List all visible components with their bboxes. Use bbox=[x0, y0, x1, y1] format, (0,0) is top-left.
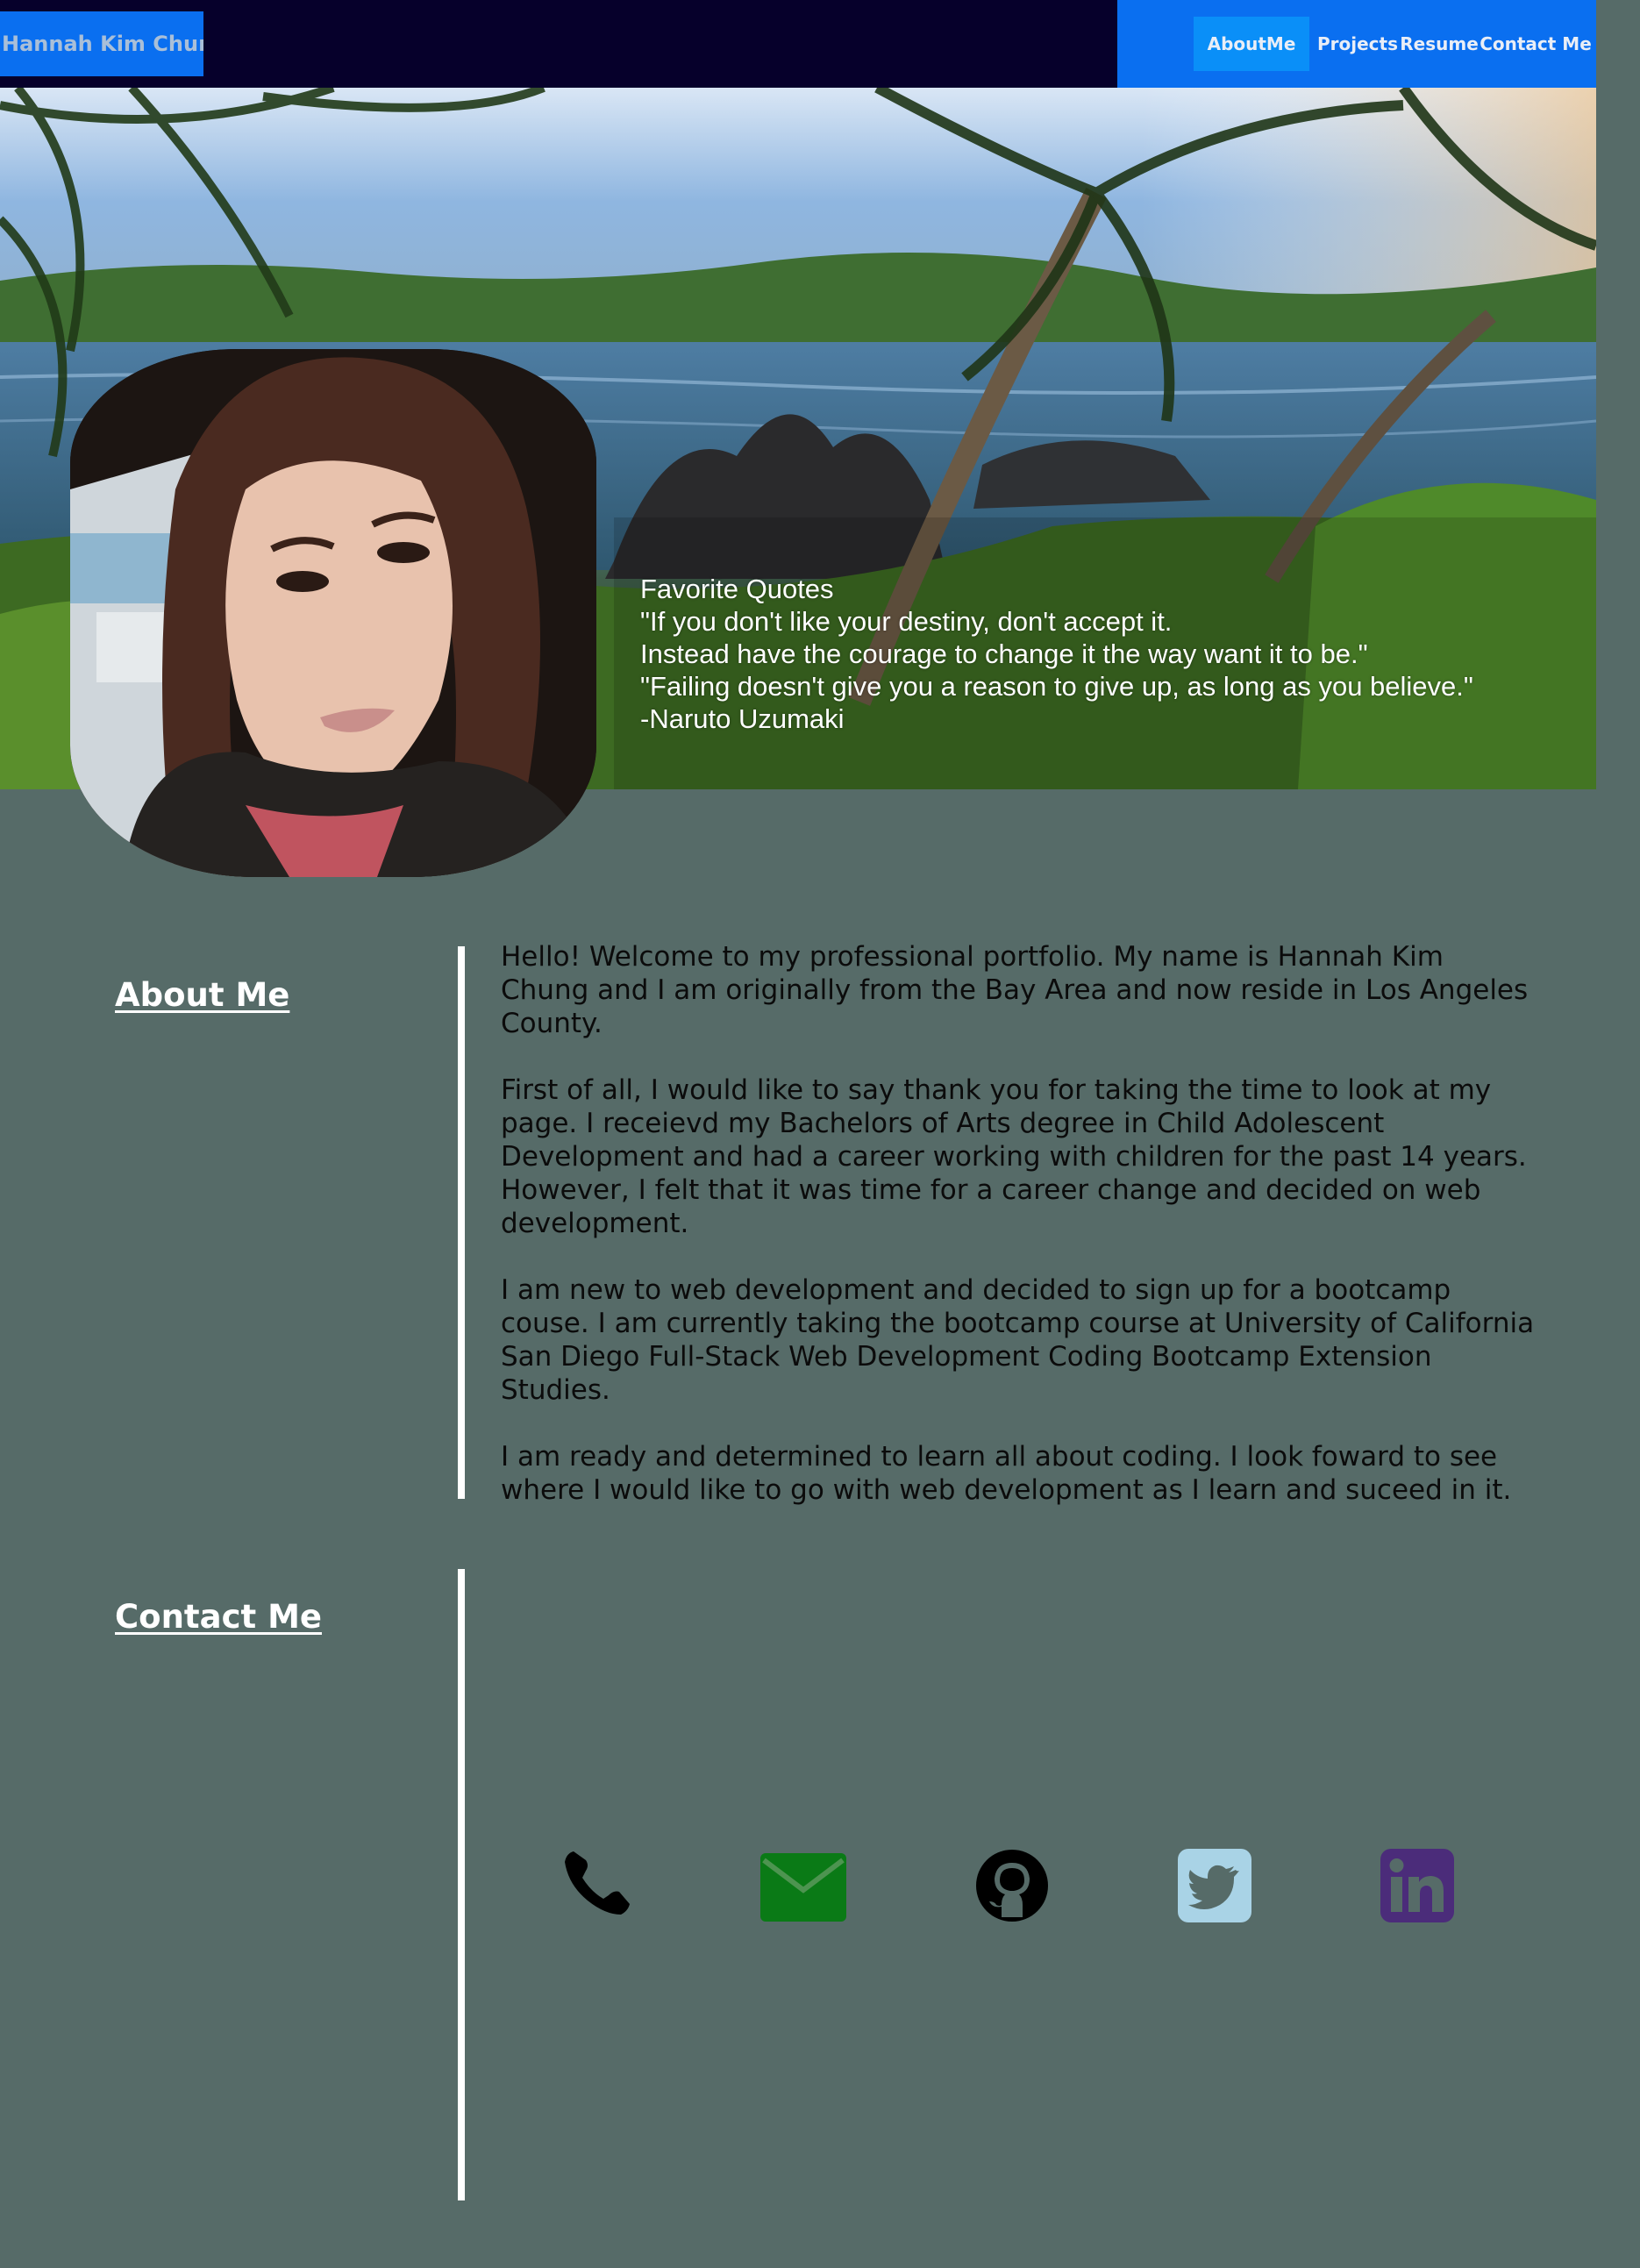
brand-link[interactable]: Hannah Kim Chung bbox=[0, 11, 203, 76]
linkedin-icon[interactable] bbox=[1380, 1849, 1454, 1922]
about-paragraph: I am new to web development and decided … bbox=[501, 1274, 1535, 1406]
contact-me-heading: Contact Me bbox=[115, 1598, 322, 1636]
about-me-heading: About Me bbox=[115, 976, 290, 1014]
about-paragraph: Hello! Welcome to my professional portfo… bbox=[501, 941, 1529, 1039]
quotes-heading: Favorite Quotes bbox=[640, 574, 834, 604]
nav-link-projects[interactable]: Projects bbox=[1317, 17, 1398, 71]
nav-link-contact-me[interactable]: Contact Me bbox=[1480, 17, 1592, 71]
about-divider bbox=[458, 946, 465, 1499]
about-paragraph: I am ready and determined to learn all a… bbox=[501, 1441, 1512, 1506]
quote-line: "If you don't like your destiny, don't a… bbox=[640, 606, 1173, 637]
envelope-icon[interactable] bbox=[760, 1853, 846, 1922]
nav-link-resume[interactable]: Resume bbox=[1400, 17, 1479, 71]
phone-icon[interactable] bbox=[561, 1848, 631, 1918]
top-navbar: Hannah Kim Chung AboutMe Projects Resume… bbox=[0, 0, 1596, 88]
favorite-quotes: Favorite Quotes "If you don't like your … bbox=[640, 573, 1473, 735]
quote-line: "Failing doesn't give you a reason to gi… bbox=[640, 671, 1473, 702]
about-paragraph: First of all, I would like to say thank … bbox=[501, 1074, 1527, 1239]
quote-line: Instead have the courage to change it th… bbox=[640, 638, 1368, 669]
nav-link-aboutme[interactable]: AboutMe bbox=[1194, 17, 1309, 71]
github-icon[interactable] bbox=[975, 1849, 1049, 1922]
contact-divider bbox=[458, 1569, 465, 2200]
profile-photo bbox=[70, 349, 596, 877]
contact-icons bbox=[561, 1846, 1456, 1925]
nav-menu: AboutMe Projects Resume Contact Me bbox=[1117, 0, 1596, 88]
about-me-text: Hello! Welcome to my professional portfo… bbox=[501, 940, 1536, 1540]
quote-author: -Naruto Uzumaki bbox=[640, 703, 845, 734]
twitter-icon[interactable] bbox=[1178, 1849, 1251, 1922]
